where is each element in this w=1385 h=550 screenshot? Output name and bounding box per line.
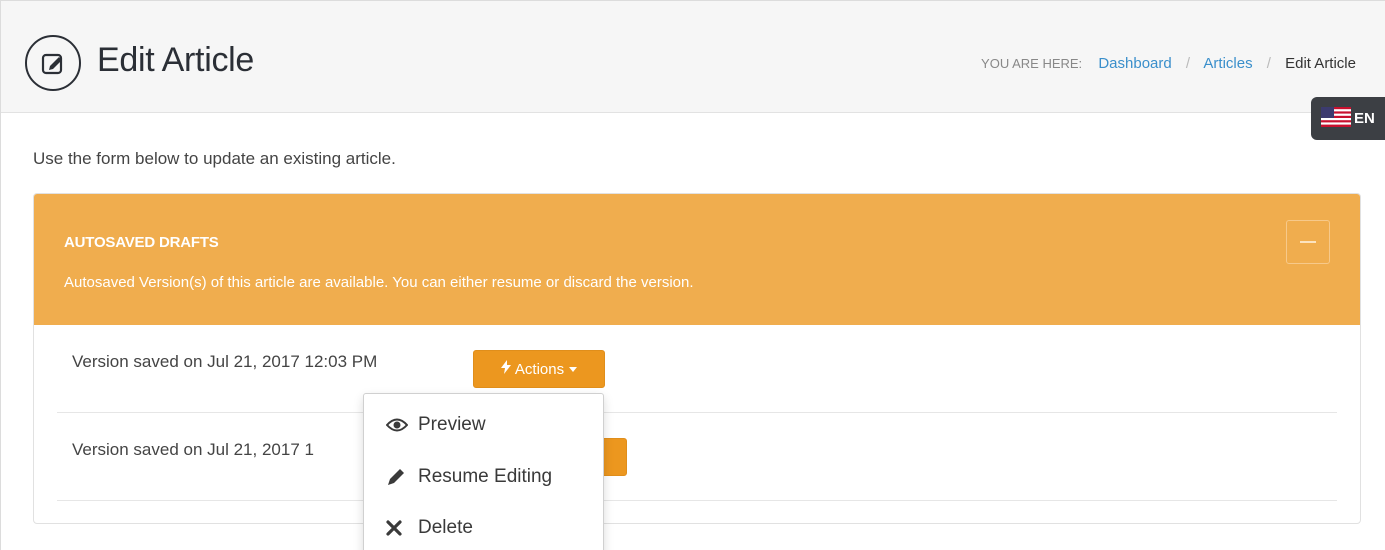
actions-dropdown-menu: Preview Resume Editing Delete <box>363 393 604 550</box>
version-label: Version saved on Jul 21, 2017 12:03 PM <box>72 352 378 371</box>
edit-icon <box>25 35 81 91</box>
page: Edit Article YOU ARE HERE: Dashboard / A… <box>0 0 1385 550</box>
breadcrumb-current: Edit Article <box>1285 55 1356 72</box>
actions-button[interactable]: Actions <box>473 350 605 388</box>
pencil-icon <box>386 467 412 487</box>
page-title: Edit Article <box>97 41 255 79</box>
autosaved-drafts-panel: AUTOSAVED DRAFTS Autosaved Version(s) of… <box>33 193 1361 524</box>
panel-subtitle: Autosaved Version(s) of this article are… <box>64 274 694 291</box>
intro-text: Use the form below to update an existing… <box>33 149 396 168</box>
language-code: EN <box>1354 110 1375 127</box>
version-row: Version saved on Jul 21, 2017 12:03 PM A… <box>57 325 1337 413</box>
caret-down-icon <box>569 366 578 372</box>
version-label: Version saved on Jul 21, 2017 1 <box>72 440 314 459</box>
menu-item-preview[interactable]: Preview <box>386 410 486 440</box>
menu-item-label: Preview <box>418 414 486 435</box>
panel-header: AUTOSAVED DRAFTS Autosaved Version(s) of… <box>34 194 1360 325</box>
collapse-button[interactable] <box>1286 220 1330 264</box>
bolt-icon <box>500 360 511 378</box>
page-header: Edit Article YOU ARE HERE: Dashboard / A… <box>1 1 1385 113</box>
breadcrumb-prefix: YOU ARE HERE: <box>981 56 1083 71</box>
breadcrumb-link-articles[interactable]: Articles <box>1203 55 1252 72</box>
breadcrumb: YOU ARE HERE: Dashboard / Articles / Edi… <box>981 55 1356 72</box>
menu-item-label: Delete <box>418 517 473 538</box>
version-row: Version saved on Jul 21, 2017 1 <box>57 413 1337 501</box>
eye-icon <box>386 418 412 432</box>
breadcrumb-link-dashboard[interactable]: Dashboard <box>1098 55 1171 72</box>
language-switcher[interactable]: EN <box>1311 97 1385 140</box>
menu-item-delete[interactable]: Delete <box>386 513 473 543</box>
times-icon <box>386 520 412 536</box>
breadcrumb-separator: / <box>1266 55 1271 72</box>
minus-icon <box>1300 241 1316 243</box>
us-flag-icon <box>1321 106 1351 131</box>
breadcrumb-separator: / <box>1185 55 1191 72</box>
menu-item-resume-editing[interactable]: Resume Editing <box>386 462 552 492</box>
menu-item-label: Resume Editing <box>418 466 553 487</box>
actions-label: Actions <box>514 360 565 378</box>
panel-title: AUTOSAVED DRAFTS <box>64 234 219 251</box>
